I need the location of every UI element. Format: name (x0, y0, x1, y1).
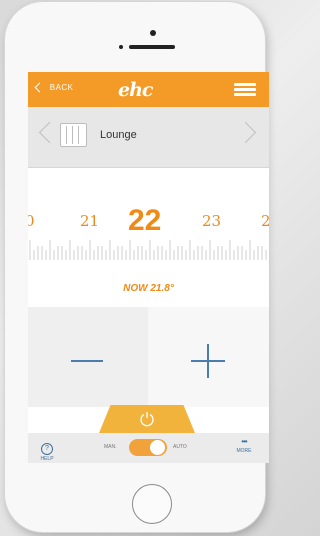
back-label: BACK (49, 83, 74, 92)
mode-auto-label: AUTO (173, 444, 187, 450)
more-dots-icon: ••• (241, 437, 247, 446)
earpiece-speaker (129, 45, 175, 49)
mode-toggle[interactable] (129, 439, 167, 456)
temp-option[interactable]: 2 (261, 212, 269, 230)
help-icon: ? (41, 443, 53, 455)
front-camera (150, 30, 156, 36)
temp-option[interactable]: 0 (28, 212, 35, 230)
power-button[interactable] (99, 405, 195, 433)
home-button[interactable] (132, 484, 172, 524)
room-name: Lounge (100, 129, 137, 141)
more-label: MORE (236, 448, 252, 454)
setpoint-controls (28, 307, 269, 407)
temp-selected[interactable]: 22 (128, 204, 161, 238)
minus-icon (71, 360, 103, 362)
current-temperature: NOW 21.8° (123, 283, 174, 294)
bottom-bar: ? HELP MAN. AUTO ••• MORE (28, 433, 269, 463)
back-button[interactable]: BACK (34, 82, 74, 93)
chevron-left-icon[interactable] (38, 121, 61, 144)
temperature-ruler[interactable] (28, 238, 269, 262)
top-bar: BACK ehc (28, 72, 269, 107)
mode-manual-label: MAN. (104, 444, 117, 450)
more-button[interactable]: ••• MORE (231, 437, 257, 454)
brand-logo: ehc (118, 79, 153, 101)
temp-option[interactable]: 21 (80, 212, 99, 230)
help-button[interactable]: ? HELP (34, 437, 60, 462)
help-label: HELP (40, 456, 54, 462)
back-chevron-icon (34, 82, 45, 93)
radiator-icon (60, 123, 87, 147)
toggle-knob[interactable] (150, 440, 165, 455)
power-icon (140, 412, 154, 427)
temp-option[interactable]: 23 (202, 212, 221, 230)
app-screen: BACK ehc Lounge 0 21 22 23 2 NOW 21.8° ?… (28, 72, 269, 463)
increase-button[interactable] (148, 307, 269, 407)
decrease-button[interactable] (28, 307, 148, 407)
temperature-dial[interactable]: 0 21 22 23 2 NOW 21.8° (28, 168, 269, 306)
chevron-right-icon[interactable] (234, 121, 257, 144)
sensor-dot (119, 45, 123, 49)
hamburger-menu-icon[interactable] (234, 83, 256, 97)
room-selector: Lounge (28, 107, 269, 168)
